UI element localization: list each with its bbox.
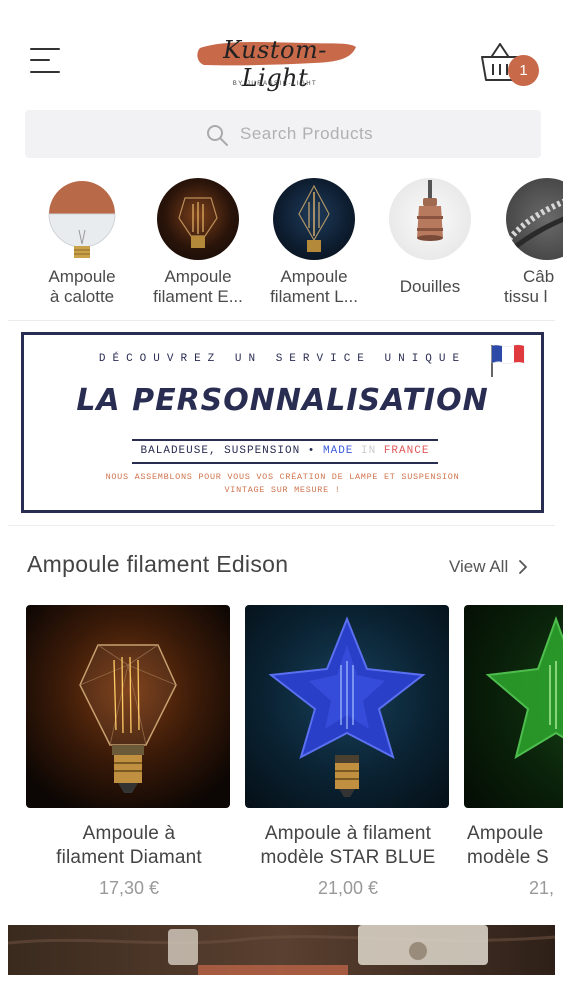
section-title: Ampoule filament Edison [27,551,289,577]
product-price: 21, [529,878,555,898]
banner-tags-in: IN [361,445,377,457]
app-header: Kustom-Light BY JURASSIC-LIGHT 1 [0,0,563,105]
product-card[interactable]: Ampoule à filament modèle STAR BLUE 21,0… [245,605,451,899]
french-flag-icon [491,344,525,377]
category-item-ampoule-filament-edison[interactable]: Ampoule filament E... [138,178,258,307]
category-image [157,178,239,260]
banner-tags: BALADEUSE, SUSPENSION • MADE IN FRANCE [132,445,438,457]
product-name-line2: modèle STAR BLUE [260,847,436,868]
banner-subtitle: NOUS ASSEMBLONS POUR VOUS VOS CRÉATION D… [64,471,501,497]
category-label-line1: Ampoule [48,267,116,286]
category-carousel[interactable]: Ampoule à calotte Ampoule filament E... [0,178,563,318]
category-item-douilles[interactable]: Douilles [370,178,490,297]
banner-tags-prefix: BALADEUSE, SUSPENSION [140,445,301,457]
divider [8,525,555,526]
banner-title: LA PERSONNALISATION [76,383,489,418]
category-label-line2: filament E... [153,287,243,306]
banner-subtitle-line2: VINTAGE SUR MESURE ! [224,485,341,495]
category-label-line1: Câb [523,267,555,286]
category-image [41,178,123,260]
personnalisation-banner[interactable]: DÉCOUVREZ UN SERVICE UNIQUE LA PERSONNAL… [21,332,544,513]
category-label-line2: tissu l [504,287,548,306]
product-name-line1: Ampoule à filament [264,823,432,844]
banner-tags-dot: • [307,445,316,457]
product-name-line1: Ampoule [467,823,544,844]
category-label-line1: Ampoule [280,267,348,286]
cart-count-badge[interactable]: 1 [508,55,539,86]
banner-rule-top [132,439,438,441]
category-item-ampoule-filament-led[interactable]: Ampoule filament L... [254,178,374,307]
product-card[interactable]: Ampoule modèle S 21, [464,605,563,899]
category-label-line2: filament L... [270,287,358,306]
product-name-line2: modèle S [467,847,549,868]
category-label-line2: à calotte [49,287,115,306]
divider [8,320,555,321]
category-image [506,178,563,260]
product-carousel[interactable]: Ampoule à filament Diamant 17,30 € Ampou [0,605,563,905]
logo-subtitle: BY JURASSIC-LIGHT [232,81,318,87]
category-item-ampoule-calotte[interactable]: Ampoule à calotte [22,178,142,307]
product-price: 21,00 € [317,878,379,898]
search-icon [207,125,228,146]
search-bar[interactable] [25,110,541,158]
banner-tags-france: FRANCE [383,445,430,457]
product-image [26,605,230,808]
category-label-line1: Ampoule [164,267,232,286]
banner-subtitle-line1: NOUS ASSEMBLONS POUR VOUS VOS CRÉATION D… [105,472,460,482]
product-name-line1: Ampoule à [82,823,176,844]
banner-kicker: DÉCOUVREZ UN SERVICE UNIQUE [98,353,467,365]
category-image [389,178,471,260]
promo-banner-image[interactable] [8,925,555,975]
view-all-link[interactable]: View All [449,557,528,577]
product-image [464,605,563,808]
banner-tags-made: MADE [323,445,354,457]
product-name-line2: filament Diamant [56,847,202,868]
category-item-cable-tissu[interactable]: Câb tissu l [486,178,563,307]
view-all-label: View All [449,557,509,576]
hamburger-menu-icon[interactable] [30,46,64,76]
category-label-line1: Douilles [399,277,461,296]
product-image [245,605,449,808]
chevron-right-icon [519,560,528,574]
category-image [273,178,355,260]
search-input[interactable] [240,118,530,150]
product-card[interactable]: Ampoule à filament Diamant 17,30 € [26,605,232,899]
banner-rule-bottom [132,462,438,464]
product-price: 17,30 € [98,878,160,898]
logo[interactable]: Kustom-Light BY JURASSIC-LIGHT [190,32,360,92]
